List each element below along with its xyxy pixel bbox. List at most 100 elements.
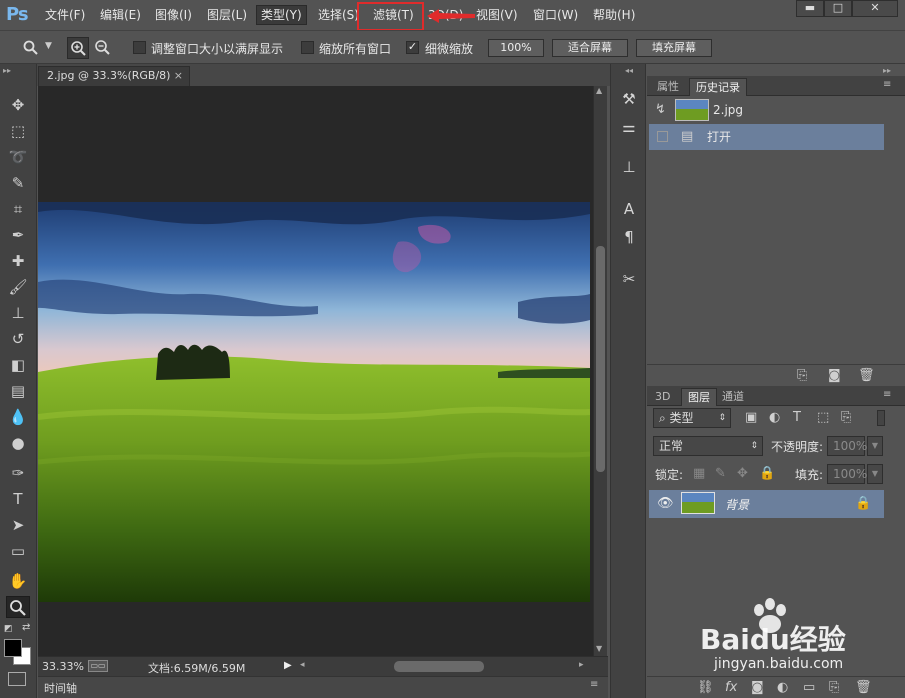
clone-source-icon[interactable]: ⊥ xyxy=(618,156,640,178)
brush-presets-icon[interactable]: ⚌ xyxy=(618,116,640,138)
tab-layers[interactable]: 图层 xyxy=(681,388,717,406)
zoom-level[interactable]: 33.33% xyxy=(42,660,84,673)
menu-window[interactable]: 窗口(W) xyxy=(533,7,578,25)
delete-layer-icon[interactable]: 🗑 xyxy=(855,680,872,695)
maximize-button[interactable]: □ xyxy=(824,0,852,17)
menu-layer[interactable]: 图层(L) xyxy=(207,7,247,25)
lock-pixels-icon[interactable]: ✎ xyxy=(715,466,726,481)
fill-screen-button[interactable]: 填充屏幕 xyxy=(636,39,712,57)
panel-menu-icon[interactable]: ≡ xyxy=(590,679,598,690)
healing-brush-tool-icon[interactable]: ✚ xyxy=(6,250,30,272)
path-select-tool-icon[interactable]: ➤ xyxy=(6,514,30,536)
history-panel-menu-icon[interactable]: ≡ xyxy=(883,79,891,90)
layer-row[interactable]: 👁 背景 🔒 xyxy=(649,490,884,518)
visibility-eye-icon[interactable]: 👁 xyxy=(657,496,674,511)
rectangle-tool-icon[interactable]: ▭ xyxy=(6,540,30,562)
clone-stamp-tool-icon[interactable]: ⊥ xyxy=(6,302,30,324)
document-tab[interactable]: 2.jpg @ 33.3%(RGB/8) × xyxy=(38,66,190,86)
layer-filter-select[interactable]: ⌕ 类型 ⇕ xyxy=(653,408,731,428)
fill-input[interactable]: 100% xyxy=(827,464,867,484)
opacity-input[interactable]: 100% xyxy=(827,436,867,456)
actual-pixels-button[interactable]: 100% xyxy=(488,39,544,57)
menu-select[interactable]: 选择(S) xyxy=(318,7,359,25)
default-colors-icon[interactable]: ◩ xyxy=(4,624,13,634)
menu-view[interactable]: 视图(V) xyxy=(476,7,518,25)
canvas-area[interactable] xyxy=(38,86,593,656)
quick-mask-icon[interactable] xyxy=(8,672,26,686)
layer-style-fx-icon[interactable]: fx xyxy=(725,680,737,695)
adjustment-layer-icon[interactable]: ◐ xyxy=(777,680,788,695)
expand-panels-icon[interactable]: ◂◂ xyxy=(625,66,633,75)
collapse-right-panels-icon[interactable]: ▸▸ xyxy=(883,66,891,75)
eyedropper-tool-icon[interactable]: ✒ xyxy=(6,224,30,246)
close-window-button[interactable]: ✕ xyxy=(852,0,898,17)
quick-select-tool-icon[interactable]: ✎ xyxy=(6,172,30,194)
camera-snapshot-icon[interactable]: ◙ xyxy=(828,368,841,383)
filter-pixel-icon[interactable]: ▣ xyxy=(745,410,757,425)
vertical-scrollbar[interactable]: ▲ ▼ xyxy=(593,86,607,656)
horizontal-scroll-thumb[interactable] xyxy=(394,661,484,672)
scroll-up-arrow-icon[interactable]: ▲ xyxy=(596,86,602,95)
filter-type-icon[interactable]: T xyxy=(793,410,801,425)
hand-tool-icon[interactable]: ✋ xyxy=(6,570,30,592)
scroll-right-arrow-icon[interactable]: ▸ xyxy=(579,660,584,670)
lasso-tool-icon[interactable]: ➰ xyxy=(6,146,30,168)
filter-shape-icon[interactable]: ⬚ xyxy=(817,410,829,425)
filter-toggle[interactable] xyxy=(877,410,885,426)
layers-panel-menu-icon[interactable]: ≡ xyxy=(883,389,891,400)
tab-history[interactable]: 历史记录 xyxy=(689,78,747,96)
menu-edit[interactable]: 编辑(E) xyxy=(100,7,141,25)
resize-windows-checkbox[interactable] xyxy=(133,41,146,54)
new-layer-icon[interactable]: ⎘ xyxy=(829,680,839,695)
scroll-left-arrow-icon[interactable]: ◂ xyxy=(300,660,305,670)
swap-colors-icon[interactable]: ⇄ xyxy=(22,622,30,633)
menu-help[interactable]: 帮助(H) xyxy=(593,7,635,25)
status-menu-arrow-icon[interactable]: ▶ xyxy=(284,660,292,671)
history-brush-source-icon[interactable]: ↯ xyxy=(655,97,666,123)
gradient-tool-icon[interactable]: ▤ xyxy=(6,380,30,402)
paragraph-panel-icon[interactable]: ¶ xyxy=(618,226,640,248)
collapse-panel-icon[interactable]: ▸▸ xyxy=(3,66,11,75)
zoom-tool-preset-icon[interactable] xyxy=(23,40,39,56)
move-tool-icon[interactable]: ✥ xyxy=(6,94,30,116)
new-group-icon[interactable]: ▭ xyxy=(803,680,815,695)
opacity-dropdown-icon[interactable]: ▼ xyxy=(867,436,883,456)
lock-all-icon[interactable]: 🔒 xyxy=(759,466,775,481)
lock-transparent-icon[interactable]: ▦ xyxy=(693,466,705,481)
new-document-from-state-icon[interactable]: ⎘ xyxy=(797,368,807,383)
close-tab-icon[interactable]: × xyxy=(174,67,183,85)
fill-dropdown-icon[interactable]: ▼ xyxy=(867,464,883,484)
menu-type[interactable]: 类型(Y) xyxy=(256,5,307,25)
zoom-all-windows-checkbox[interactable] xyxy=(301,41,314,54)
minimize-button[interactable]: ▬ xyxy=(796,0,824,17)
zoom-out-button[interactable] xyxy=(92,37,114,59)
menu-image[interactable]: 图像(I) xyxy=(155,7,192,25)
filter-smart-object-icon[interactable]: ⎘ xyxy=(841,410,851,425)
tab-properties[interactable]: 属性 xyxy=(651,78,685,96)
chevron-down-icon[interactable]: ▼ xyxy=(45,41,52,51)
dodge-tool-icon[interactable]: ● xyxy=(6,432,30,454)
tab-channels[interactable]: 通道 xyxy=(716,388,750,406)
vertical-scroll-thumb[interactable] xyxy=(596,246,605,472)
blur-tool-icon[interactable]: 💧 xyxy=(6,406,30,428)
blend-mode-select[interactable]: 正常 ⇕ xyxy=(653,436,763,456)
link-layers-icon[interactable]: ⛓ xyxy=(697,680,714,695)
tab-3d[interactable]: 3D xyxy=(649,388,676,406)
history-state-row[interactable]: ▤ 打开 xyxy=(649,124,884,150)
zoom-in-button[interactable] xyxy=(67,37,89,59)
trash-icon[interactable]: 🗑 xyxy=(858,368,875,383)
timeline-panel-bar[interactable]: 时间轴 ≡ xyxy=(38,676,608,698)
scrubby-zoom-checkbox[interactable]: ✓ xyxy=(406,41,419,54)
pen-tool-icon[interactable]: ✑ xyxy=(6,462,30,484)
brush-panel-icon[interactable]: ⚒ xyxy=(618,88,640,110)
scroll-down-arrow-icon[interactable]: ▼ xyxy=(596,644,602,653)
tool-presets-icon[interactable]: ✂ xyxy=(618,268,640,290)
filter-adjustment-icon[interactable]: ◐ xyxy=(769,410,780,425)
brush-tool-icon[interactable]: 🖌 xyxy=(6,276,30,298)
foreground-color-swatch[interactable] xyxy=(4,639,22,657)
fit-screen-button[interactable]: 适合屏幕 xyxy=(552,39,628,57)
menu-file[interactable]: 文件(F) xyxy=(45,7,85,25)
add-mask-icon[interactable]: ◙ xyxy=(751,680,764,695)
eraser-tool-icon[interactable]: ◧ xyxy=(6,354,30,376)
history-state-checkbox[interactable] xyxy=(657,131,668,142)
